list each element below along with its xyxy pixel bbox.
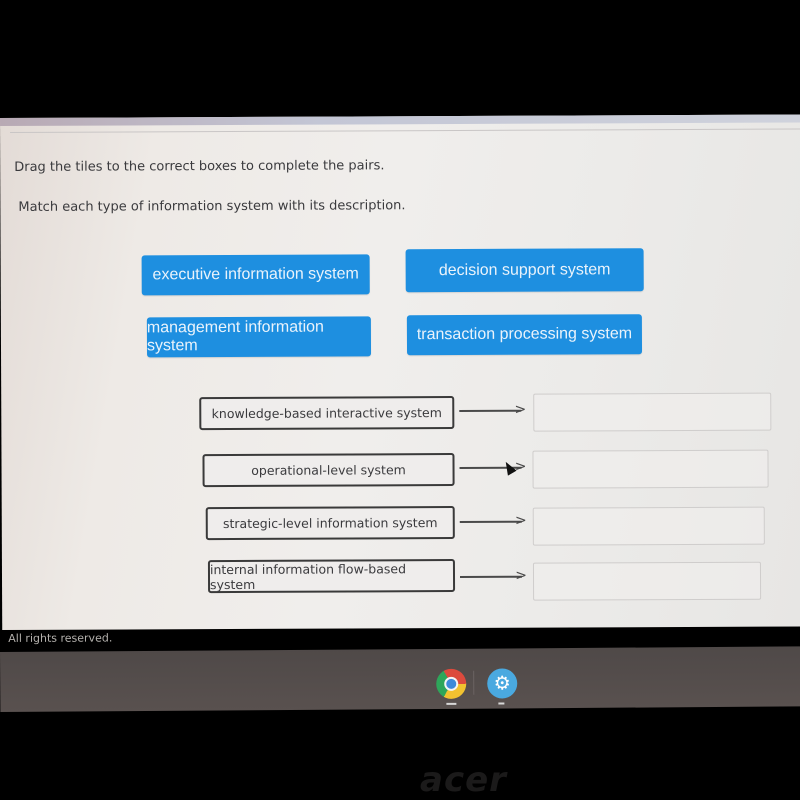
description-knowledge-based: knowledge-based interactive system [199, 396, 455, 431]
shelf-divider [473, 670, 475, 695]
description-internal-information-flow: internal information flow-based system [207, 559, 456, 594]
quiz-screen: Drag the tiles to the correct boxes to c… [0, 114, 800, 645]
gear-icon: ⚙ [493, 672, 511, 695]
browser-top-strip [0, 114, 800, 126]
drop-box-4[interactable] [532, 561, 762, 601]
tile-transaction-processing-system[interactable]: transaction processing system [406, 314, 643, 356]
instruction-match: Match each type of information system wi… [18, 198, 406, 215]
arrow-shaft [460, 575, 523, 578]
description-strategic-level: strategic-level information system [205, 506, 455, 541]
instruction-drag: Drag the tiles to the correct boxes to c… [14, 158, 385, 175]
arrow-shaft [459, 520, 522, 523]
drop-box-2[interactable] [532, 449, 769, 489]
chrome-icon-center [444, 676, 459, 691]
drop-box-1[interactable] [533, 392, 772, 432]
bezel-brand-logo: acer [420, 760, 507, 800]
pair-arrow-2: > [459, 458, 527, 475]
arrow-head-icon: > [515, 567, 528, 584]
tile-executive-information-system[interactable]: executive information system [141, 254, 370, 296]
chrome-icon[interactable] [436, 668, 467, 699]
header-divider [10, 128, 800, 133]
tile-decision-support-system[interactable]: decision support system [405, 248, 644, 293]
drop-box-3[interactable] [532, 506, 765, 546]
settings-running-indicator [498, 702, 505, 705]
pair-arrow-1: > [459, 401, 527, 418]
settings-icon[interactable]: ⚙ [487, 668, 518, 699]
tile-management-information-system[interactable]: management information system [146, 316, 372, 358]
pair-arrow-3: > [459, 512, 527, 529]
arrow-head-icon: > [514, 458, 527, 475]
arrow-shaft [459, 409, 522, 412]
arrow-head-icon: > [514, 512, 527, 529]
chrome-running-indicator [446, 702, 457, 705]
description-operational-level: operational-level system [202, 453, 455, 488]
os-shelf: ⚙ [0, 646, 800, 712]
arrow-head-icon: > [514, 401, 527, 418]
copyright-footer: All rights reserved. [8, 631, 113, 645]
pair-arrow-4: > [460, 567, 528, 584]
